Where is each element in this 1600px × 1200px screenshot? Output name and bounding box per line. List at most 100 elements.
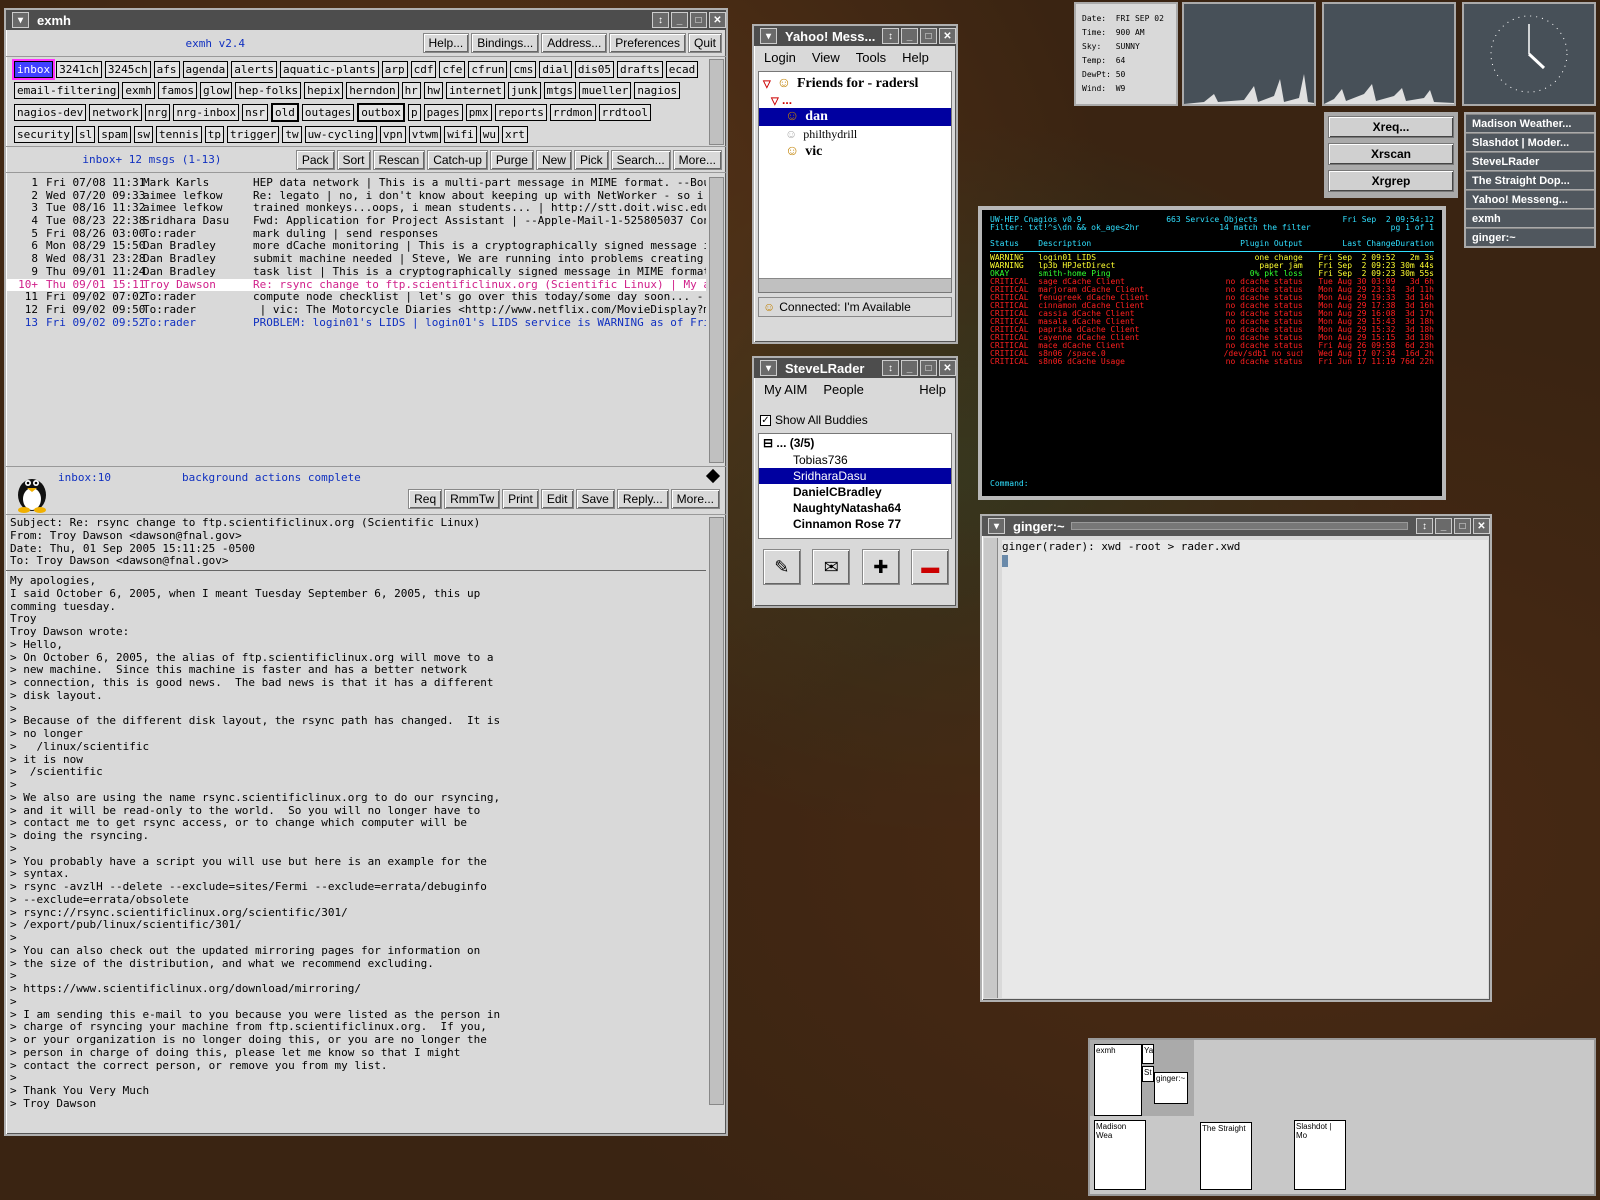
pager-window[interactable]: The Straight xyxy=(1200,1122,1252,1190)
message-button-reply[interactable]: Reply... xyxy=(616,489,669,509)
window-menu-icon[interactable]: ▾ xyxy=(988,518,1005,534)
folder-arp[interactable]: arp xyxy=(381,61,408,78)
folder-nsr[interactable]: nsr xyxy=(242,104,268,121)
nagios-command[interactable]: Command: xyxy=(990,480,1029,488)
top-button-address[interactable]: Address... xyxy=(541,33,608,53)
folder-wu[interactable]: wu xyxy=(479,126,499,143)
nagios-row[interactable]: CRITICAL cassia dCache Client no dcache st… xyxy=(990,310,1434,318)
message-row[interactable]: 10+ Thu 09/01 15:11 Troy Dawson Re: rsync c… xyxy=(6,278,706,292)
folder-reports[interactable]: reports xyxy=(494,104,547,121)
message-button-save[interactable]: Save xyxy=(575,489,615,509)
collapse-triangle-icon[interactable]: ▽ xyxy=(763,79,771,90)
nagios-row[interactable]: CRITICAL cinnamon dCache Client no dcache … xyxy=(990,302,1434,310)
message-row[interactable]: 5 Fri 08/26 03:00 To:rader mark duling | se… xyxy=(6,228,706,241)
resize-icon[interactable]: ↕ xyxy=(652,12,669,28)
terminal-scrollbar[interactable] xyxy=(984,538,998,998)
buddy-cinnamonrose77[interactable]: Cinnamon Rose 77 xyxy=(759,516,951,532)
folder-3241ch[interactable]: 3241ch xyxy=(56,61,102,78)
buddy-group[interactable]: ⊟ ... (3/5) xyxy=(759,434,951,452)
folder-xrt[interactable]: xrt xyxy=(501,126,528,143)
folder-dis05[interactable]: dis05 xyxy=(574,61,614,78)
remove-buddy-icon[interactable]: ▬ xyxy=(911,549,950,585)
folder-sl[interactable]: sl xyxy=(75,126,96,143)
nagios-row[interactable]: WARNING login01 LIDS one change Fri Sep 2 0… xyxy=(990,254,1434,262)
folder-junk[interactable]: junk xyxy=(508,82,541,99)
minimize-icon[interactable]: _ xyxy=(901,28,918,44)
nagios-row[interactable]: WARNING lp3b HPJetDirect paper jam Fri Sep … xyxy=(990,262,1434,270)
nagios-row[interactable]: CRITICAL cayenne dCache Client no dcache s… xyxy=(990,334,1434,342)
launcher-xrgrep[interactable]: Xrgrep xyxy=(1328,170,1454,192)
folder-mtgs[interactable]: mtgs xyxy=(543,82,577,99)
menu-myaim[interactable]: My AIM xyxy=(764,382,807,397)
aim-titlebar[interactable]: ▾ SteveLRader ↕ _ □ ✕ xyxy=(754,358,956,378)
close-icon[interactable]: ✕ xyxy=(939,28,956,44)
folder-uw-cycling[interactable]: uw-cycling xyxy=(304,126,377,143)
messages-scrollbar[interactable] xyxy=(709,177,724,463)
message-row[interactable]: 9 Thu 09/01 11:24 Dan Bradley task list | T… xyxy=(6,266,706,279)
resize-icon[interactable]: ↕ xyxy=(882,28,899,44)
message-row[interactable]: 13 Fri 09/02 09:52 To:rader PROBLEM: login0… xyxy=(6,317,706,330)
folder-rrdmon[interactable]: rrdmon xyxy=(549,104,596,121)
nagios-row[interactable]: OKAY smith-home Ping 0% pkt loss Fri Sep 2 … xyxy=(990,270,1434,278)
nagios-row[interactable]: CRITICAL masala dCache Client no dcache st… xyxy=(990,318,1434,326)
nagios-row[interactable]: CRITICAL s8n06 /space.0/dev/sdb1 no such … xyxy=(990,350,1434,358)
message-row[interactable]: 12 Fri 09/02 09:50 To:rader | vic: The Mot… xyxy=(6,304,706,317)
resize-icon[interactable]: ↕ xyxy=(1416,518,1433,534)
folder-internet[interactable]: internet xyxy=(446,82,506,99)
resize-icon[interactable]: ↕ xyxy=(882,360,899,376)
horizontal-scrollbar[interactable] xyxy=(759,278,951,292)
menu-people[interactable]: People xyxy=(823,382,863,397)
pager-window[interactable]: exmh xyxy=(1094,1044,1142,1116)
send-message-icon[interactable]: ✉ xyxy=(812,549,851,585)
folder-old[interactable]: old xyxy=(270,103,299,122)
folder-ecad[interactable]: ecad xyxy=(665,61,699,78)
folder-p[interactable]: p xyxy=(407,104,421,121)
message-button-edit[interactable]: Edit xyxy=(540,489,574,509)
folder-agenda[interactable]: agenda xyxy=(182,61,229,78)
folder-nagios-dev[interactable]: nagios-dev xyxy=(14,104,87,121)
terminal-area[interactable]: ginger(rader): xwd -root > rader.xwd xyxy=(1002,540,1488,998)
minimize-icon[interactable]: _ xyxy=(1435,518,1452,534)
task-item[interactable]: Slashdot | Moder... xyxy=(1466,133,1594,151)
close-icon[interactable]: ✕ xyxy=(709,12,726,28)
folder-glow[interactable]: glow xyxy=(199,82,233,99)
pager-window[interactable]: Slashdot | Mo xyxy=(1294,1120,1346,1190)
task-item[interactable]: ginger:~ xyxy=(1466,228,1594,246)
folder-afs[interactable]: afs xyxy=(153,61,180,78)
checkbox-icon[interactable]: ✓ xyxy=(760,414,771,426)
nagios-row[interactable]: CRITICAL fenugreek dCache Client no dcache… xyxy=(990,294,1434,302)
folder-hw[interactable]: hw xyxy=(423,82,444,99)
folder-button-pick[interactable]: Pick xyxy=(573,149,609,170)
pager-window[interactable]: St xyxy=(1142,1066,1154,1082)
folder-scrollbar[interactable] xyxy=(709,59,724,145)
friend-philthydrill[interactable]: ☺ philthydrill xyxy=(759,126,951,143)
exmh-titlebar[interactable]: ▾ exmh ↕ _ □ ✕ xyxy=(6,10,726,30)
message-button-req[interactable]: Req xyxy=(408,489,443,509)
message-row[interactable]: 8 Wed 08/31 23:28 Dan Bradley submit machin… xyxy=(6,253,706,266)
folder-outages[interactable]: outages xyxy=(301,104,355,121)
folder-trigger[interactable]: trigger xyxy=(226,126,280,143)
folder-security[interactable]: security xyxy=(14,126,73,143)
nagios-row[interactable]: CRITICAL mace dCache Client no dcache stat… xyxy=(990,342,1434,350)
folder-button-sort[interactable]: Sort xyxy=(336,149,371,170)
folder-exmh[interactable]: exmh xyxy=(122,82,155,99)
folder-cfe[interactable]: cfe xyxy=(439,61,466,78)
message-row[interactable]: 11 Fri 09/02 07:02 To:rader compute node ch… xyxy=(6,291,706,304)
folder-button-new[interactable]: New xyxy=(535,149,572,170)
pager-window[interactable]: Madison Wea xyxy=(1094,1120,1146,1190)
folder-cdf[interactable]: cdf xyxy=(410,61,437,78)
folder-inbox[interactable]: inbox xyxy=(11,59,56,80)
folder-spam[interactable]: spam xyxy=(98,126,131,143)
folder-pmx[interactable]: pmx xyxy=(465,104,492,121)
folder-button-purge[interactable]: Purge xyxy=(489,149,534,170)
menu-help[interactable]: Help xyxy=(902,50,929,65)
collapse-triangle-icon[interactable]: ▽ xyxy=(771,96,779,107)
maximize-icon[interactable]: □ xyxy=(920,28,937,44)
folder-vpn[interactable]: vpn xyxy=(379,126,406,143)
message-button-more[interactable]: More... xyxy=(670,489,720,509)
message-row[interactable]: 4 Tue 08/23 22:38 Sridhara Dasu Fwd: Applic… xyxy=(6,215,706,228)
get-info-icon[interactable]: ✎ xyxy=(762,549,801,585)
top-button-quit[interactable]: Quit xyxy=(687,33,722,53)
folder-tw[interactable]: tw xyxy=(282,126,302,143)
folder-email-filtering[interactable]: email-filtering xyxy=(14,82,120,99)
